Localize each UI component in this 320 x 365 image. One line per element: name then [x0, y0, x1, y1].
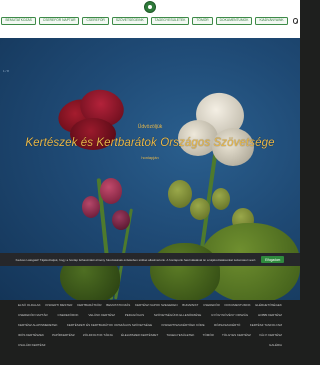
flower-bud — [212, 188, 230, 210]
footer-link[interactable]: Galéria — [269, 343, 282, 347]
footer-link[interactable]: Kertész Tanfolyam — [250, 323, 282, 327]
flower-bud — [112, 210, 130, 230]
flower-bud — [100, 178, 122, 204]
nav-item-tomor[interactable]: Tömör — [192, 16, 213, 26]
nav-item-bemutatkozas[interactable]: Bemutatkozás — [1, 16, 36, 26]
hero-welcome: Üdvözöljük — [137, 124, 163, 130]
cookie-notice-text: Kedves Látogató! Tájékoztatjuk, hogy a h… — [15, 257, 257, 262]
footer-link[interactable]: Gyógynövény Ország — [211, 313, 248, 317]
nav-item-tagegyesuletek[interactable]: Tagegyesületek — [150, 16, 190, 26]
footer-link[interactable]: Kertbarátkör — [77, 303, 101, 307]
leaf — [150, 243, 220, 300]
footer-link[interactable]: Budapest — [182, 303, 198, 307]
footer-link[interactable]: Cserefórok — [57, 313, 78, 317]
cookie-accept-button[interactable]: Elfogadom — [261, 255, 285, 264]
footer-link[interactable]: Zöldfoltok Tárja — [83, 333, 113, 337]
footer-link[interactable]: Hobbi Kertész — [258, 313, 282, 317]
nav-item-kiadvanyaink[interactable]: Kiadványaink — [255, 16, 288, 26]
flower-bud — [190, 198, 210, 220]
footer-link[interactable]: Kertész Napok Szegeden — [135, 303, 177, 307]
nav-item-szovetsegeink[interactable]: Szövetségeink — [111, 16, 148, 26]
flower-bud — [168, 180, 192, 208]
footer-link[interactable]: Családi Kertész — [18, 343, 45, 347]
slide-indicator: 1 / 8 — [3, 69, 9, 73]
footer-link[interactable]: Szövetségünk Ellenőrzése — [154, 313, 201, 317]
main-navigation: Bemutatkozás Cserefór Naptár Cserefór Sz… — [0, 16, 300, 26]
footer-link[interactable]: Első oldalak — [18, 303, 41, 307]
footer-link[interactable]: Tömör — [203, 333, 214, 337]
footer-link[interactable]: Idős kertészek — [18, 333, 44, 337]
hero-subtitle: honlapján — [141, 155, 159, 160]
footer-link[interactable]: Tölgyes Kertész — [222, 333, 251, 337]
top-header: Bemutatkozás Cserefór Naptár Cserefór Sz… — [0, 0, 300, 38]
nav-item-dokumentumok[interactable]: Dokumentumok — [215, 16, 253, 26]
logo-icon[interactable] — [144, 1, 156, 13]
footer-link[interactable]: Cserefór Naptár — [18, 313, 48, 317]
footer-link[interactable]: Dokumentumok — [225, 303, 251, 307]
footer-links: Első oldalak Kiskerti Mester Kertbarátkö… — [0, 300, 300, 365]
nav-item-cserefor-naptar[interactable]: Cserefór Naptár — [38, 16, 80, 26]
cookie-banner: Kedves Látogató! Tájékoztatjuk, hogy a h… — [0, 253, 300, 266]
footer-link[interactable]: Velünk Kertész — [88, 313, 115, 317]
flower-bud — [82, 196, 100, 218]
footer-link[interactable]: Papírkertész — [52, 333, 75, 337]
footer-link[interactable]: Cserefór — [203, 303, 220, 307]
page-title: Kertészek és Kertbarátok Országos Szövet… — [25, 137, 275, 149]
search-icon[interactable] — [292, 18, 299, 24]
nav-item-cserefor[interactable]: Cserefór — [82, 16, 109, 26]
footer-link[interactable]: Tagegyesületek — [166, 333, 194, 337]
footer-link[interactable]: Élelmiszer kertészet — [121, 333, 158, 337]
footer-link[interactable]: Elérhetőségek — [255, 303, 282, 307]
footer-link[interactable]: Rózsaszakértő — [214, 323, 240, 327]
footer-link[interactable]: Kertészeti és Kertbarátok Országos Szöve… — [67, 323, 152, 327]
footer-link[interactable]: Vályi Kertész — [259, 333, 282, 337]
footer-link[interactable]: Pedagógus — [125, 313, 144, 317]
footer-link[interactable]: Kiskertiszakértőek Köre — [162, 323, 205, 327]
footer-link[interactable]: Bemutatkozás — [106, 303, 130, 307]
footer-link[interactable]: Kiskerti Mester — [45, 303, 72, 307]
footer-link[interactable]: Kertész Alapismeretek — [18, 323, 57, 327]
